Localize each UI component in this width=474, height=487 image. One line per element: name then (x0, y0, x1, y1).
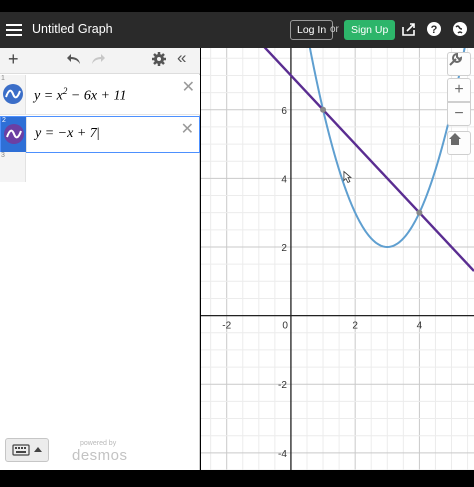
add-expression-icon[interactable]: + (8, 50, 19, 68)
expression-math[interactable]: y = x2 − 6x + 11 (34, 86, 126, 105)
login-button[interactable]: Log In (290, 20, 334, 40)
mouse-cursor (343, 170, 353, 184)
collapse-list-icon[interactable]: « (177, 49, 186, 67)
powered-by-label: powered by (80, 440, 117, 447)
redo-icon[interactable] (90, 52, 106, 71)
y-tick-label: -4 (278, 449, 287, 460)
graph-title[interactable]: Untitled Graph (32, 22, 113, 36)
expression-tab: 1 (0, 75, 26, 114)
undo-icon[interactable] (66, 52, 82, 71)
graph-settings-wrench-icon[interactable] (447, 52, 471, 76)
zoom-out-button[interactable]: − (447, 102, 471, 126)
settings-gear-icon[interactable] (152, 52, 166, 71)
x-tick-label: 0 (282, 321, 288, 332)
zoom-in-button[interactable]: + (447, 78, 471, 102)
desmos-logo[interactable]: desmos (72, 447, 128, 464)
help-icon[interactable]: ? (425, 21, 443, 39)
home-zoom-icon[interactable] (447, 131, 471, 155)
expression-tab: 2 (1, 117, 27, 152)
expression-index: 1 (1, 75, 5, 82)
expression-row-2[interactable]: 2 y = −x + 7| ✕ (0, 116, 200, 153)
line-graph (263, 48, 474, 272)
y-tick-label: 2 (281, 243, 287, 254)
or-text: or (330, 24, 339, 35)
expression-toolbar: + « (0, 48, 200, 74)
expression-index: 2 (2, 117, 6, 124)
expression-row-1[interactable]: 1 y = x2 − 6x + 11 ✕ (0, 75, 200, 115)
parabola-curve (308, 48, 466, 248)
keypad-toggle-button[interactable] (5, 438, 49, 462)
expression-index: 3 (1, 152, 5, 159)
empty-expression-tab[interactable]: 3 (0, 152, 26, 182)
graph-canvas[interactable]: -2 0 2 4 6 4 2 -2 -4 (201, 48, 474, 470)
globe-icon[interactable] (451, 21, 469, 39)
x-tick-label: 2 (352, 321, 358, 332)
y-tick-label: -2 (278, 380, 287, 391)
svg-text:?: ? (431, 24, 438, 36)
signup-button[interactable]: Sign Up (344, 20, 396, 40)
delete-expression-icon[interactable]: ✕ (182, 77, 195, 97)
expression-math[interactable]: y = −x + 7| (35, 126, 100, 142)
x-tick-label: -2 (222, 321, 231, 332)
x-tick-label: 4 (417, 321, 423, 332)
y-tick-label: 6 (281, 106, 287, 117)
share-icon[interactable] (400, 21, 418, 39)
graph-visibility-icon[interactable] (3, 84, 23, 104)
delete-expression-icon[interactable]: ✕ (181, 119, 194, 139)
intersection-point (416, 209, 423, 216)
expression-panel: + « 1 y = x2 − 6x + 11 ✕ 2 y = −x + 7| ✕… (0, 48, 200, 470)
bottom-bar (0, 470, 474, 487)
top-bar: Untitled Graph Log In or Sign Up ? (0, 12, 474, 48)
desmos-window: Untitled Graph Log In or Sign Up ? + « 1… (0, 0, 474, 487)
graph-paper[interactable]: -2 0 2 4 6 4 2 -2 -4 + − (201, 48, 474, 470)
graph-visibility-icon[interactable] (4, 124, 24, 144)
hamburger-menu-icon[interactable] (6, 21, 22, 39)
y-tick-label: 4 (281, 174, 287, 185)
intersection-point (320, 106, 327, 113)
